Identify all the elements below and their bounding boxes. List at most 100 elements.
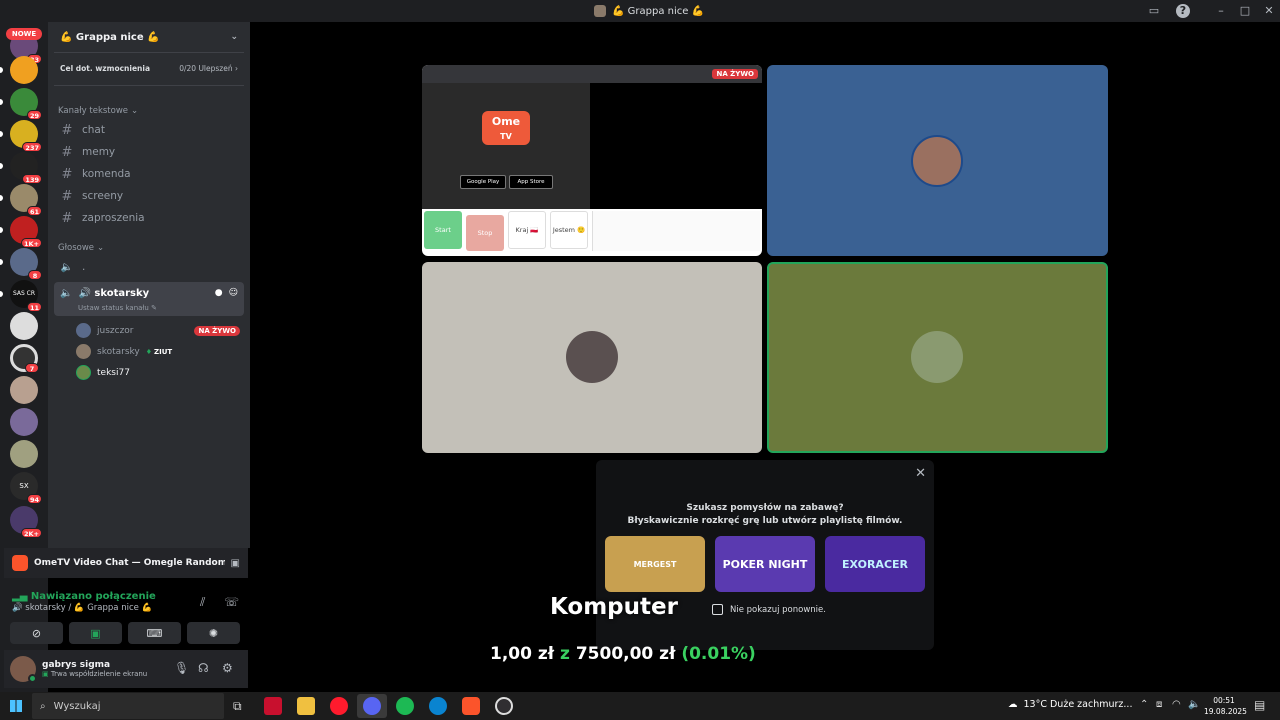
server-icon[interactable] xyxy=(10,408,38,436)
mcafee-icon[interactable] xyxy=(264,697,282,715)
server-icon[interactable] xyxy=(10,312,38,340)
close-icon[interactable]: ✕ xyxy=(1262,4,1276,18)
role-tag: ♦ ZIUT xyxy=(145,347,173,356)
avatar xyxy=(76,365,91,380)
unread-badge: 94 xyxy=(26,494,42,504)
clock[interactable]: 00:51 19.08.2025 xyxy=(1204,695,1247,717)
checkbox[interactable] xyxy=(712,604,723,615)
ome-gender-button[interactable]: Jestem 🙂 xyxy=(550,211,588,249)
boost-goal[interactable]: Cel dot. wzmocnienia 0/20 Ulepszeń › xyxy=(54,59,244,77)
google-play-badge[interactable]: Google Play xyxy=(460,175,506,189)
headphones-icon[interactable]: ☊ xyxy=(198,661,209,675)
windows-start-icon[interactable] xyxy=(10,700,22,712)
microphone-icon[interactable]: 🎙 xyxy=(174,661,189,675)
network-icon[interactable]: ⧈ xyxy=(1156,699,1162,710)
screen-share-button[interactable]: ▣ xyxy=(69,622,122,644)
disconnect-icon[interactable]: ☏ xyxy=(224,595,239,609)
server-icon[interactable] xyxy=(10,376,38,404)
voice-user-juszczor[interactable]: juszczor NA ŻYWO xyxy=(76,320,242,341)
donation-goal: 1,00 zł z 7500,00 zł (0.01%) xyxy=(490,644,756,664)
unread-badge: 61 xyxy=(26,206,42,216)
screen-icon[interactable]: ▣ xyxy=(231,558,240,569)
ome-chat-area xyxy=(592,211,760,251)
chat-bubble-icon[interactable]: ● xyxy=(215,288,223,298)
chevron-down-icon: ⌄ xyxy=(131,106,139,116)
notifications-icon[interactable]: ▤ xyxy=(1254,698,1265,712)
weather-widget[interactable]: ☁ 13°C Duże zachmurz... xyxy=(1008,699,1132,710)
server-icon[interactable]: 139 xyxy=(10,152,42,184)
activities-button[interactable]: ⌨ xyxy=(128,622,181,644)
channel-screeny[interactable]: # screeny xyxy=(54,185,244,207)
add-user-icon[interactable]: ☺ xyxy=(229,288,238,298)
noise-suppression-icon[interactable]: ⫽ xyxy=(200,595,205,610)
avatar[interactable] xyxy=(10,656,37,683)
voice-connection: ▂▄ Nawiązano połączenie 🔊 skotarsky / 💪 … xyxy=(12,591,240,613)
server-icon[interactable] xyxy=(10,56,38,84)
category-voice[interactable]: Głosowe ⌄ xyxy=(58,243,250,253)
opera-icon[interactable] xyxy=(330,697,348,715)
inbox-icon[interactable]: ▭ xyxy=(1147,4,1161,18)
channel-memy[interactable]: # memy xyxy=(54,141,244,163)
participant-tile-speaking[interactable] xyxy=(767,262,1108,453)
dont-show-checkbox[interactable]: Nie pokazuj ponownie. xyxy=(712,604,826,615)
file-explorer-icon[interactable] xyxy=(297,697,315,715)
game-card-poker[interactable]: POKER NIGHT xyxy=(715,536,815,592)
camera-off-button[interactable]: ⊘ xyxy=(10,622,63,644)
server-icon[interactable]: SX 94 xyxy=(10,472,42,504)
category-text-channels[interactable]: Kanały tekstowe ⌄ xyxy=(58,106,250,116)
participant-tile[interactable] xyxy=(422,262,762,453)
server-icon[interactable]: 237 xyxy=(10,120,42,152)
server-header[interactable]: 💪 Grappa nice 💪 ⌄ xyxy=(48,22,250,52)
channel-status[interactable]: Ustaw status kanału ✎ xyxy=(54,304,244,316)
wifi-icon[interactable]: ◠ xyxy=(1172,699,1181,710)
server-icon[interactable] xyxy=(10,440,38,468)
volume-icon[interactable]: 🔈 xyxy=(1188,699,1200,710)
unread-badge: 8 xyxy=(28,270,42,280)
avatar xyxy=(76,323,91,338)
soundboard-button[interactable]: ✺ xyxy=(187,622,240,644)
channel-chat[interactable]: # chat xyxy=(54,119,244,141)
channel-komenda[interactable]: # komenda xyxy=(54,163,244,185)
signal-icon: ▂▄ xyxy=(12,591,28,602)
game-card-mergest[interactable]: MERGEST xyxy=(605,536,705,592)
edge-icon[interactable] xyxy=(429,697,447,715)
server-icon[interactable]: 7 xyxy=(10,344,39,373)
task-view-icon[interactable]: ⧉ xyxy=(233,699,242,714)
server-icon[interactable]: 61 xyxy=(10,184,42,216)
gear-icon[interactable]: ⚙ xyxy=(222,661,233,675)
brave-icon[interactable] xyxy=(462,697,480,715)
server-icon xyxy=(594,5,606,17)
discord-icon[interactable] xyxy=(363,697,381,715)
stream-tile[interactable]: NA ŻYWO Ome TV Google Play App Store Star… xyxy=(422,65,762,256)
browser-chrome xyxy=(422,65,762,83)
channel-zaproszenia[interactable]: # zaproszenia xyxy=(54,207,244,229)
ome-start-button[interactable]: Start xyxy=(424,211,462,249)
minimize-icon[interactable]: – xyxy=(1214,4,1228,18)
game-card-exoracer[interactable]: EXORACER xyxy=(825,536,925,592)
server-icon[interactable]: SAS CR 11 xyxy=(10,280,42,312)
app-store-badge[interactable]: App Store xyxy=(509,175,553,189)
rtc-buttons: ⊘ ▣ ⌨ ✺ xyxy=(10,622,240,644)
spotify-icon[interactable] xyxy=(396,697,414,715)
speaker-icon: 🔈 xyxy=(60,261,74,273)
help-icon[interactable]: ? xyxy=(1176,4,1190,18)
obs-icon[interactable] xyxy=(495,697,513,715)
server-icon[interactable]: 29 xyxy=(10,88,42,120)
participant-tile[interactable] xyxy=(767,65,1108,256)
cloud-icon: ☁ xyxy=(1008,699,1018,710)
server-icon[interactable]: 1K+ xyxy=(10,216,42,248)
ome-stop-button[interactable]: Stop xyxy=(466,215,504,251)
ome-country-button[interactable]: Kraj 🇵🇱 xyxy=(508,211,546,249)
chevron-up-icon[interactable]: ⌃ xyxy=(1140,699,1148,710)
close-icon[interactable]: ✕ xyxy=(915,466,926,481)
voice-channel-skotarsky[interactable]: 🔈 🔊 skotarsky ● ☺ xyxy=(54,282,244,304)
server-icon[interactable]: 8 xyxy=(10,248,42,280)
unread-pill xyxy=(0,259,3,265)
search-input[interactable]: ⌕ Wyszukaj xyxy=(32,693,224,719)
maximize-icon[interactable]: □ xyxy=(1238,4,1252,18)
server-icon[interactable]: 2K+ xyxy=(10,506,42,538)
voice-user-teksi77[interactable]: teksi77 xyxy=(76,362,242,383)
voice-user-skotarsky[interactable]: skotarsky ♦ ZIUT xyxy=(76,341,242,362)
voice-channel-dot[interactable]: 🔈. xyxy=(54,256,244,278)
activity-panel[interactable]: OmeTV Video Chat — Omegle Random Ca... ▣ xyxy=(4,548,248,578)
